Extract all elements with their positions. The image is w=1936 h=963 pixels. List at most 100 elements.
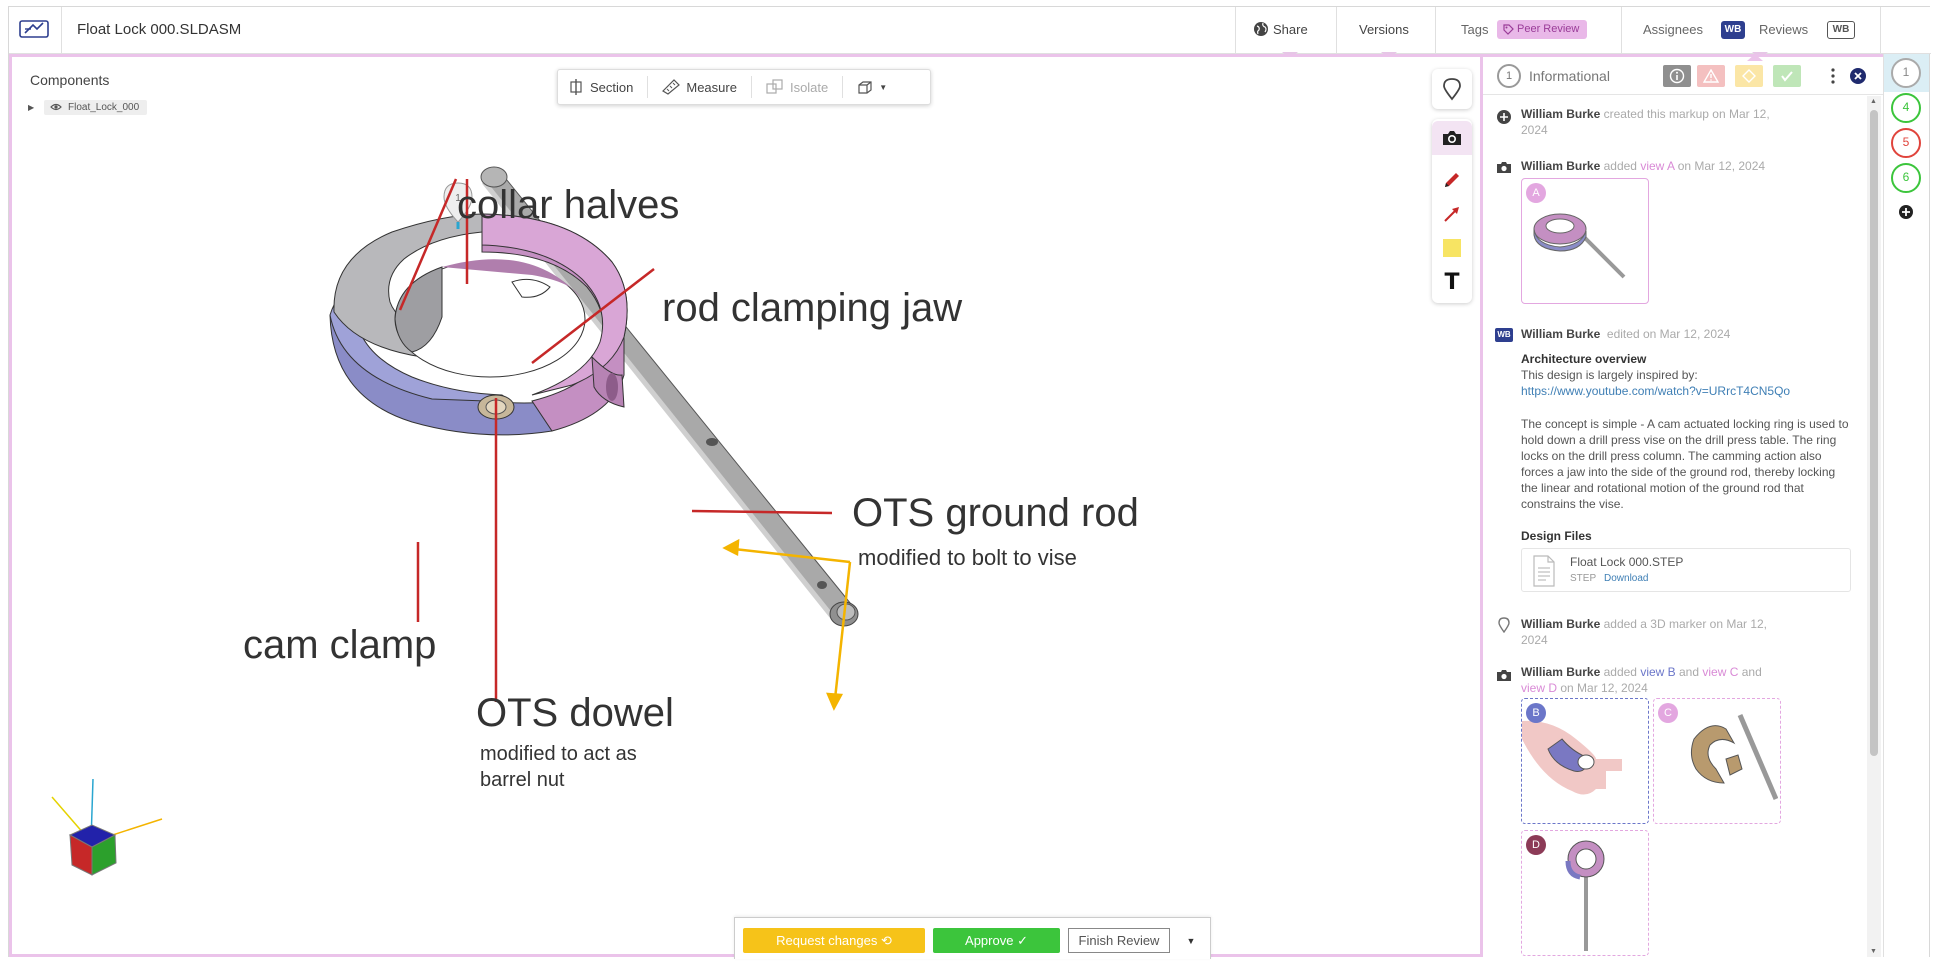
globe-icon [1254,22,1268,36]
toolbar-divider [842,76,844,98]
activity-date: 2024 [1521,633,1548,647]
arrow-tool[interactable] [1432,197,1472,231]
severity-minor-button[interactable] [1735,65,1763,87]
components-title: Components [30,72,110,88]
view-letter-badge: C [1658,703,1678,723]
add-markup-icon[interactable] [1898,204,1914,220]
tree-item-label: Float_Lock_000 [68,101,140,113]
header-divider [1621,7,1622,54]
chevron-down-icon: ▼ [879,82,888,92]
activity-conj: and [1741,665,1762,679]
close-icon[interactable] [1849,67,1867,85]
panel-scrollbar[interactable]: ▲ ▼ [1867,96,1881,957]
tree-item-float-lock[interactable]: ▶ Float_Lock_000 [28,97,148,117]
pen-tool[interactable] [1432,163,1472,197]
activity-user[interactable]: William Burke [1521,327,1600,341]
activity-user[interactable]: William Burke [1521,665,1600,679]
snapshot-tool[interactable] [1432,121,1472,155]
eye-icon[interactable] [50,103,62,111]
model-viewport[interactable]: 1 collar halves rod clamping jaw OTS gro… [9,54,1483,959]
label-ots-ground-rod-note[interactable]: modified to bolt to vise [858,545,1077,570]
camera-icon [1443,131,1461,145]
scroll-thumb[interactable] [1870,110,1878,756]
app-logo-icon[interactable] [19,18,49,40]
activity-user[interactable]: William Burke [1521,617,1600,631]
view-letter-badge: B [1526,703,1546,723]
note-link[interactable]: https://www.youtube.com/watch?v=URrcT4CN… [1521,384,1790,398]
activity-user[interactable]: William Burke [1521,159,1600,173]
isolate-button[interactable]: Isolate [766,79,828,95]
file-attachment[interactable]: Float Lock 000.STEP STEP Download [1521,548,1851,592]
section-button[interactable]: Section [568,79,633,95]
view-b-link[interactable]: view B [1640,665,1675,679]
markup-item-6[interactable]: 6 [1891,163,1921,193]
annotation-arrows [722,538,852,711]
activity-desc: created this markup on Mar 12, [1603,107,1770,121]
note-intro: This design is largely inspired by: [1521,368,1698,382]
view-cube[interactable] [51,778,163,876]
view-a-thumbnail[interactable]: A [1521,178,1649,304]
assignee-avatar[interactable]: WB [1721,21,1745,39]
assignees-label: Assignees [1643,22,1703,37]
isolate-icon [766,79,783,94]
tag-chip[interactable]: Peer Review [1497,20,1588,39]
finish-review-button[interactable]: Finish Review [1068,928,1170,953]
severity-critical-button[interactable] [1697,65,1725,87]
measure-button[interactable]: Measure [662,79,737,95]
markup-header: 1 Informational [1483,54,1883,95]
activity-feed[interactable]: William Burke created this markup on Mar… [1483,96,1867,957]
add-marker-tool[interactable] [1432,69,1472,109]
severity-info-button[interactable] [1663,65,1691,87]
section-label: Section [590,79,634,95]
approve-button[interactable]: Approve ✓ [933,928,1060,953]
view-mode-dropdown[interactable]: ▼ [857,80,887,94]
scroll-up-icon[interactable]: ▲ [1870,98,1877,105]
request-changes-button[interactable]: Request changes ⟲ [743,928,925,953]
view-c-link[interactable]: view C [1702,665,1738,679]
markup-item-1[interactable]: 1 [1891,58,1921,88]
markup-item-4[interactable]: 4 [1891,93,1921,123]
reviews-label: Reviews [1759,22,1809,37]
model-canvas[interactable]: 1 collar halves rod clamping jaw OTS gro… [12,57,1480,954]
view-c-thumbnail[interactable]: C [1653,698,1781,824]
view-d-thumbnail[interactable]: D [1521,830,1649,956]
download-link[interactable]: Download [1604,573,1648,584]
tree-item-chip[interactable]: Float_Lock_000 [44,99,148,115]
label-cam-clamp[interactable]: cam clamp [243,623,436,667]
map-pin-icon [1495,616,1513,634]
activity-text: William Burke created this markup on Mar… [1521,106,1851,138]
label-ots-dowel[interactable]: OTS dowel [476,691,674,735]
label-ots-ground-rod[interactable]: OTS ground rod [852,491,1139,535]
activity-text: William Burke added view A on Mar 12, 20… [1521,158,1851,174]
more-options-icon[interactable] [1825,66,1841,86]
text-tool[interactable]: T [1432,265,1472,299]
header-bar: Float Lock 000.SLDASM Share Versions Tag… [9,7,1931,59]
view-b-thumbnail[interactable]: B [1521,698,1649,824]
tag-icon [1503,24,1514,35]
label-rod-clamping-jaw[interactable]: rod clamping jaw [662,286,962,330]
label-ots-dowel-note-1[interactable]: modified to act as [480,743,637,765]
camera-icon [1495,158,1513,176]
review-options-dropdown[interactable]: ▼ [1180,930,1202,952]
view-a-link[interactable]: view A [1640,159,1674,173]
scroll-down-icon[interactable]: ▼ [1870,948,1877,955]
markup-item-5[interactable]: 5 [1891,128,1921,158]
document-icon [1533,555,1555,587]
activity-date: on Mar 12, 2024 [1560,681,1648,695]
activity-user[interactable]: William Burke [1521,107,1600,121]
activity-text: William Burke added view B and view C an… [1521,664,1851,696]
label-collar-halves[interactable]: collar halves [457,183,679,227]
note-body: The concept is simple - A cam actuated l… [1521,417,1849,511]
header-divider [61,7,62,54]
share-button[interactable]: Share [1273,22,1308,37]
view-d-link[interactable]: view D [1521,681,1557,695]
severity-resolved-button[interactable] [1773,65,1801,87]
header-divider [1880,7,1881,54]
label-ots-dowel-note-2[interactable]: barrel nut [480,769,565,791]
camera-icon [1495,666,1513,684]
activity-date: 2024 [1521,123,1548,137]
highlight-tool[interactable] [1432,231,1472,265]
versions-button[interactable]: Versions [1359,22,1409,37]
reviewer-avatar[interactable]: WB [1827,21,1855,39]
expand-caret-icon[interactable]: ▶ [28,103,44,112]
